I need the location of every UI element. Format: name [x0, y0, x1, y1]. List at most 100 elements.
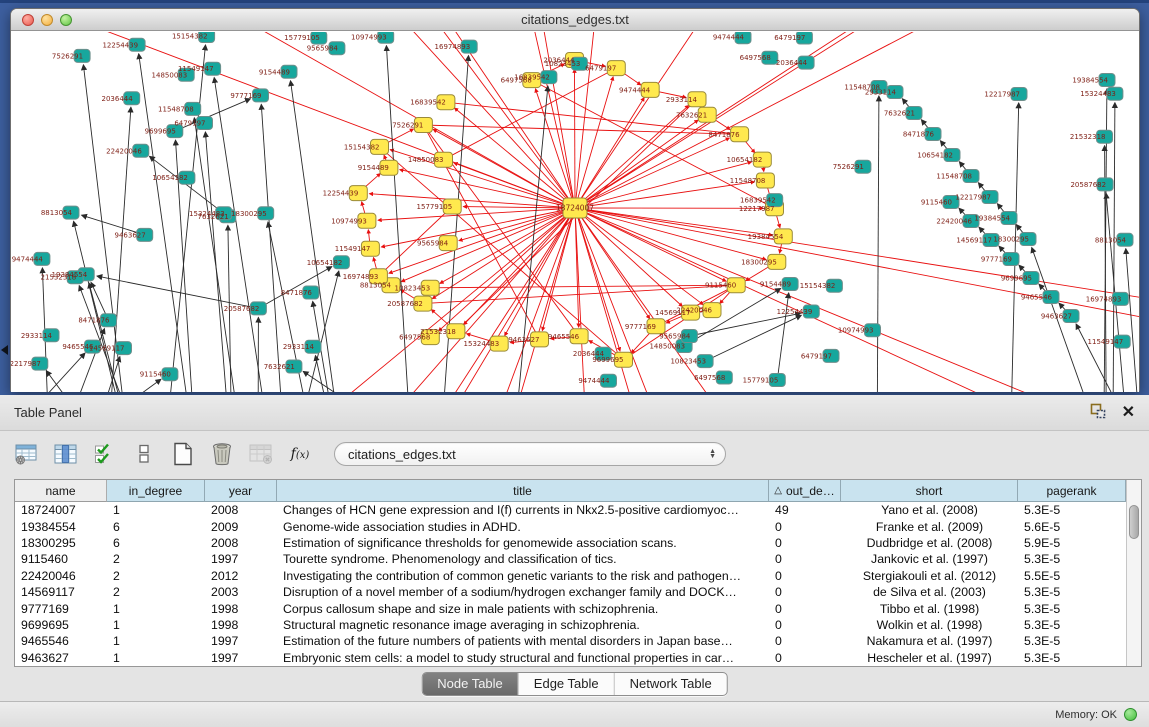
cell-title: Estimation of the future numbers of pati… [277, 634, 769, 648]
network-node-label: 22420046 [106, 147, 142, 155]
table-row[interactable]: 1456911722003Disruption of a novel membe… [15, 584, 1126, 600]
column-header-title[interactable]: title [277, 480, 769, 502]
column-header-out_de[interactable]: △ out_de… [769, 480, 841, 502]
cell-year: 2008 [205, 536, 277, 550]
table-row[interactable]: 969969511998Structural magnetic resonanc… [15, 617, 1126, 633]
network-node-label: 9465546 [1021, 294, 1053, 302]
minimize-button[interactable] [41, 14, 53, 26]
function-builder-icon[interactable]: f(x) [285, 439, 315, 469]
network-node-label: 9115460 [140, 371, 171, 379]
network-edge-black [1126, 249, 1137, 392]
table-selector-dropdown[interactable]: citations_edges.txt ▲▼ [334, 442, 726, 466]
cell-name: 9115460 [15, 552, 107, 566]
column-header-year[interactable]: year [205, 480, 277, 502]
network-window-titlebar[interactable]: citations_edges.txt [11, 9, 1139, 31]
cell-name: 9463627 [15, 651, 107, 665]
table-row[interactable]: 911546021997Tourette syndrome. Phenomeno… [15, 551, 1126, 567]
column-header-label: year [229, 484, 252, 498]
network-node-label: 16974893 [1086, 295, 1122, 303]
tab-node-table[interactable]: Node Table [422, 673, 518, 695]
network-window[interactable]: citations_edges.txt 64975682036444647919… [10, 8, 1140, 392]
close-panel-icon[interactable]: ✕ [1122, 405, 1135, 421]
tab-network-table[interactable]: Network Table [614, 673, 727, 695]
network-edge-black [1012, 103, 1019, 392]
network-node-label: 14569117 [655, 309, 691, 317]
network-node-label: 15324483 [189, 210, 225, 218]
cell-short: de Silva et al. (2003) [841, 585, 1018, 599]
cell-short: Hescheler et al. (1997) [841, 651, 1018, 665]
network-edge-black [705, 315, 801, 361]
cell-in_degree: 1 [107, 602, 205, 616]
network-node-label: 15154382 [800, 282, 836, 290]
network-node-label: 8471876 [708, 131, 740, 139]
network-node-label: 9565984 [659, 333, 691, 341]
network-edge-black [45, 353, 85, 392]
network-node-label: 2933114 [666, 96, 698, 104]
tab-edge-table[interactable]: Edge Table [518, 673, 614, 695]
cell-out_degree: 0 [769, 585, 841, 599]
column-header-label: out_de… [786, 484, 835, 498]
column-header-name[interactable]: name [15, 480, 107, 502]
network-desktop: citations_edges.txt 64975682036444647919… [0, 0, 1149, 395]
network-node-label: 11549147 [335, 245, 371, 253]
table-row[interactable]: 1830029562008Estimation of significance … [15, 535, 1126, 551]
show-columns-icon[interactable] [51, 439, 81, 469]
network-node-label: 18300295 [741, 258, 777, 266]
network-node-label: 6497568 [694, 374, 725, 382]
network-node-label: 18724007 [556, 204, 594, 213]
delete-column-icon[interactable] [207, 439, 237, 469]
table-row[interactable]: 1938455462009Genome-wide association stu… [15, 518, 1126, 534]
cell-in_degree: 2 [107, 569, 205, 583]
network-node-label: 6479197 [174, 120, 205, 128]
network-edge-black [1113, 103, 1115, 392]
close-button[interactable] [22, 14, 34, 26]
network-node-label: 7632621 [264, 363, 295, 371]
network-edge-red [575, 32, 1139, 208]
column-header-short[interactable]: short [841, 480, 1018, 502]
select-all-icon[interactable] [90, 439, 120, 469]
network-node-label: 12254439 [323, 190, 359, 198]
create-column-icon[interactable] [168, 439, 198, 469]
table-row[interactable]: 946554611997Estimation of the future num… [15, 633, 1126, 649]
network-edge-black [89, 283, 122, 392]
network-edge-black [194, 118, 242, 392]
table-row[interactable]: 2242004622012Investigating the contribut… [15, 568, 1126, 584]
cell-in_degree: 1 [107, 651, 205, 665]
network-node-label: 15779105 [743, 377, 779, 385]
network-edge-black [97, 276, 258, 308]
network-node-label: 14569117 [956, 237, 992, 245]
cell-pagerank: 5.3E-5 [1018, 634, 1126, 648]
network-node-label: 11548708 [844, 84, 880, 92]
cell-title: Estimation of significance thresholds fo… [277, 536, 769, 550]
sort-ascending-icon: △ [774, 485, 782, 496]
network-edge-black [72, 329, 105, 392]
float-panel-icon[interactable] [1090, 403, 1106, 422]
table-vertical-scrollbar[interactable] [1126, 480, 1141, 666]
unselect-all-icon[interactable] [129, 439, 159, 469]
network-graph[interactable]: 6497568203644464791979474444293311476326… [11, 32, 1139, 392]
zoom-button[interactable] [60, 14, 72, 26]
cell-name: 14569117 [15, 585, 107, 599]
column-header-pagerank[interactable]: pagerank [1018, 480, 1126, 502]
cell-in_degree: 1 [107, 618, 205, 632]
table-row[interactable]: 977716911998Corpus callosum shape and si… [15, 600, 1126, 616]
column-header-in_degree[interactable]: in_degree [107, 480, 205, 502]
network-node-label: 8471876 [903, 131, 935, 139]
network-node-label: 21532318 [1070, 133, 1106, 141]
network-node-label: 16839542 [410, 99, 446, 107]
network-node-label: 9777169 [230, 92, 261, 100]
network-node-label: 22420046 [936, 218, 972, 226]
network-node-label: 10654182 [917, 152, 953, 160]
table-row[interactable]: 1872400712008Changes of HCN gene express… [15, 502, 1126, 518]
panel-collapse-arrow[interactable] [1, 345, 8, 355]
table-row[interactable]: 946362711997Embryonic stem cells: a mode… [15, 650, 1126, 666]
network-node-label: 9463627 [508, 336, 539, 344]
network-canvas[interactable]: 6497568203644464791979474444293311476326… [11, 32, 1139, 392]
table-panel-title: Table Panel [14, 405, 82, 420]
network-edge-red [459, 208, 575, 241]
network-edge-red [535, 89, 575, 208]
table-mode-icon[interactable] [12, 439, 42, 469]
scrollbar-thumb[interactable] [1129, 505, 1139, 539]
network-node-label: 10974993 [331, 217, 367, 225]
network-node-label: 16839542 [514, 74, 550, 82]
